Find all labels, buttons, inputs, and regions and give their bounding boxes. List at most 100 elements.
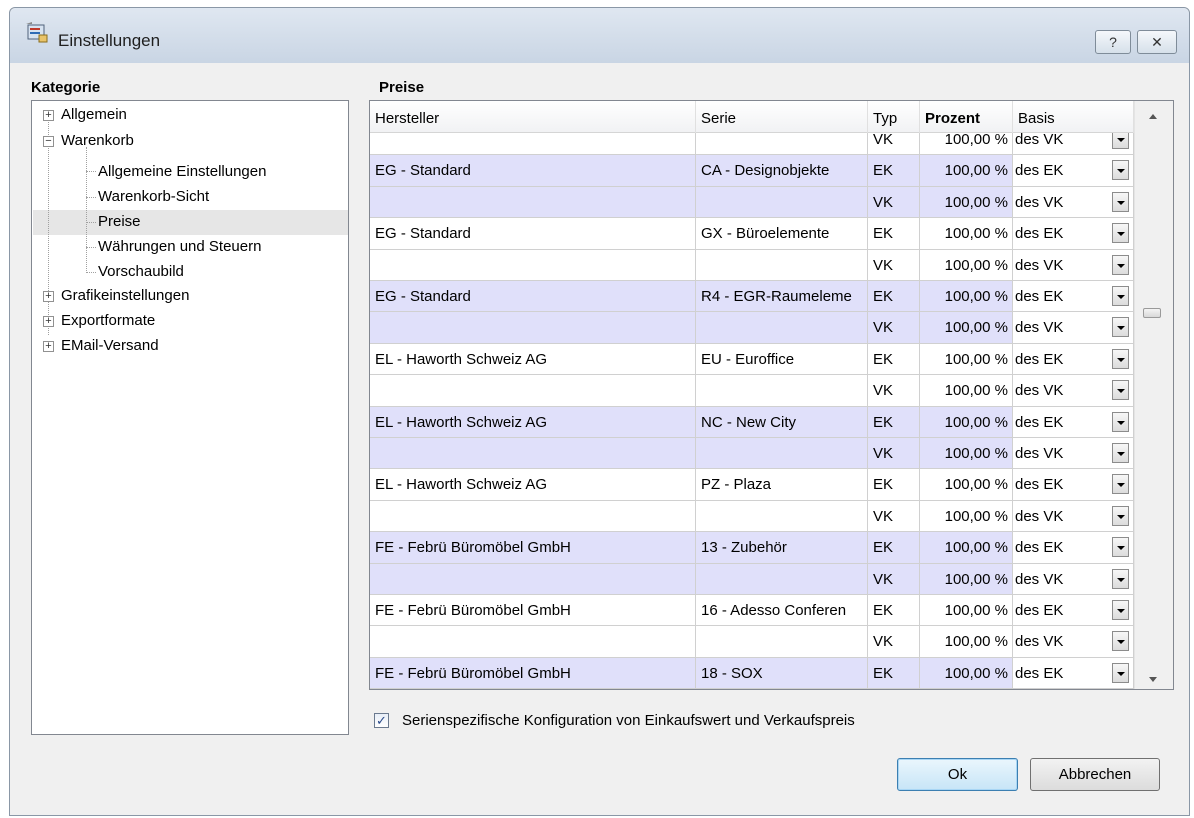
cell-serie[interactable]: NC - New City bbox=[696, 406, 868, 437]
cell-hersteller[interactable]: FE - Febrü Büromöbel GmbH bbox=[370, 657, 696, 689]
cell-basis-select[interactable]: des VK bbox=[1013, 249, 1134, 280]
expand-icon[interactable]: + bbox=[43, 291, 54, 302]
cell-basis-select[interactable]: des EK bbox=[1013, 281, 1134, 312]
dropdown-arrow-icon[interactable] bbox=[1112, 191, 1129, 212]
ok-button[interactable]: Ok bbox=[897, 758, 1018, 791]
cell-prozent[interactable]: 100,00 % bbox=[920, 186, 1013, 218]
dropdown-arrow-icon[interactable] bbox=[1112, 254, 1129, 275]
cell-typ[interactable]: VK bbox=[868, 312, 920, 343]
cell-basis-select[interactable]: des VK bbox=[1013, 312, 1134, 343]
scroll-down-icon[interactable] bbox=[1149, 677, 1157, 682]
cell-prozent[interactable]: 100,00 % bbox=[920, 281, 1013, 312]
cell-typ[interactable]: EK bbox=[868, 532, 920, 563]
tree-item-warenkorb-sicht[interactable]: Warenkorb-Sicht bbox=[98, 184, 209, 210]
dropdown-arrow-icon[interactable] bbox=[1112, 380, 1129, 401]
tree-item-warenkorb[interactable]: Warenkorb bbox=[61, 128, 134, 154]
cell-hersteller[interactable]: EL - Haworth Schweiz AG bbox=[370, 469, 696, 500]
tree-item-allgemeine-einstellungen[interactable]: Allgemeine Einstellungen bbox=[98, 159, 266, 185]
cell-prozent[interactable]: 100,00 % bbox=[920, 500, 1013, 532]
column-header-typ[interactable]: Typ bbox=[868, 101, 920, 133]
cell-hersteller[interactable] bbox=[370, 133, 696, 155]
cell-serie[interactable]: CA - Designobjekte bbox=[696, 155, 868, 186]
tree-item-exportformate[interactable]: Exportformate bbox=[61, 308, 155, 334]
cell-serie[interactable]: 16 - Adesso Conferen bbox=[696, 595, 868, 626]
cell-prozent[interactable]: 100,00 % bbox=[920, 469, 1013, 500]
expand-icon[interactable]: + bbox=[43, 341, 54, 352]
cell-hersteller[interactable] bbox=[370, 563, 696, 594]
cell-basis-select[interactable]: des EK bbox=[1013, 406, 1134, 437]
dropdown-arrow-icon[interactable] bbox=[1112, 317, 1129, 338]
cell-serie[interactable]: PZ - Plaza bbox=[696, 469, 868, 500]
cell-hersteller[interactable] bbox=[370, 438, 696, 469]
cell-hersteller[interactable] bbox=[370, 500, 696, 532]
cell-serie[interactable]: EU - Euroffice bbox=[696, 343, 868, 375]
dropdown-arrow-icon[interactable] bbox=[1112, 505, 1129, 526]
cell-basis-select[interactable]: des EK bbox=[1013, 595, 1134, 626]
table-row[interactable]: VK 100,00 % des VK bbox=[370, 249, 1134, 281]
cell-serie[interactable] bbox=[696, 500, 868, 532]
cell-typ[interactable]: EK bbox=[868, 657, 920, 689]
cell-basis-select[interactable]: des EK bbox=[1013, 218, 1134, 249]
cell-serie[interactable] bbox=[696, 375, 868, 406]
table-row[interactable]: VK 100,00 % des VK bbox=[370, 133, 1134, 156]
cell-serie[interactable] bbox=[696, 563, 868, 594]
cell-hersteller[interactable]: EL - Haworth Schweiz AG bbox=[370, 406, 696, 437]
dropdown-arrow-icon[interactable] bbox=[1112, 631, 1129, 652]
cell-basis-select[interactable]: des VK bbox=[1013, 375, 1134, 406]
table-row[interactable]: VK 100,00 % des VK bbox=[370, 186, 1134, 219]
cell-typ[interactable]: EK bbox=[868, 281, 920, 312]
collapse-icon[interactable]: − bbox=[43, 136, 54, 147]
tree-item-grafikeinstellungen[interactable]: Grafikeinstellungen bbox=[61, 283, 189, 309]
tree-item-vorschaubild[interactable]: Vorschaubild bbox=[98, 259, 184, 285]
cell-basis-select[interactable]: des EK bbox=[1013, 469, 1134, 500]
cell-prozent[interactable]: 100,00 % bbox=[920, 133, 1013, 155]
cell-hersteller[interactable] bbox=[370, 312, 696, 343]
dropdown-arrow-icon[interactable] bbox=[1112, 411, 1129, 432]
cell-hersteller[interactable] bbox=[370, 375, 696, 406]
cell-serie[interactable]: R4 - EGR-Raumeleme bbox=[696, 281, 868, 312]
cell-serie[interactable] bbox=[696, 626, 868, 657]
category-tree[interactable]: + Allgemein − Warenkorb Allgemeine Einst… bbox=[31, 100, 349, 735]
table-row[interactable]: EL - Haworth Schweiz AG EU - Euroffice EK 1… bbox=[370, 343, 1134, 376]
cell-prozent[interactable]: 100,00 % bbox=[920, 375, 1013, 406]
column-header-serie[interactable]: Serie bbox=[696, 101, 868, 133]
table-row[interactable]: FE - Febrü Büromöbel GmbH 16 - Adesso Con… bbox=[370, 595, 1134, 627]
column-header-basis[interactable]: Basis bbox=[1013, 101, 1134, 133]
cell-typ[interactable]: VK bbox=[868, 186, 920, 218]
table-row[interactable]: VK 100,00 % des VK bbox=[370, 375, 1134, 407]
cell-typ[interactable]: EK bbox=[868, 406, 920, 437]
cell-typ[interactable]: VK bbox=[868, 563, 920, 594]
table-row[interactable]: EL - Haworth Schweiz AG NC - New City EK 10… bbox=[370, 406, 1134, 438]
vertical-scrollbar[interactable] bbox=[1134, 101, 1173, 689]
cell-prozent[interactable]: 100,00 % bbox=[920, 532, 1013, 563]
cell-basis-select[interactable]: des VK bbox=[1013, 626, 1134, 657]
help-button[interactable]: ? bbox=[1095, 30, 1131, 54]
expand-icon[interactable]: + bbox=[43, 316, 54, 327]
cell-hersteller[interactable] bbox=[370, 249, 696, 280]
cell-prozent[interactable]: 100,00 % bbox=[920, 406, 1013, 437]
cell-typ[interactable]: VK bbox=[868, 500, 920, 532]
cell-typ[interactable]: EK bbox=[868, 469, 920, 500]
cell-hersteller[interactable]: EG - Standard bbox=[370, 281, 696, 312]
cell-basis-select[interactable]: des VK bbox=[1013, 186, 1134, 218]
cell-hersteller[interactable]: FE - Febrü Büromöbel GmbH bbox=[370, 532, 696, 563]
cell-serie[interactable]: 13 - Zubehör bbox=[696, 532, 868, 563]
cell-hersteller[interactable]: EL - Haworth Schweiz AG bbox=[370, 343, 696, 375]
cell-prozent[interactable]: 100,00 % bbox=[920, 343, 1013, 375]
cell-typ[interactable]: EK bbox=[868, 595, 920, 626]
cell-serie[interactable] bbox=[696, 133, 868, 155]
dropdown-arrow-icon[interactable] bbox=[1112, 348, 1129, 369]
cell-prozent[interactable]: 100,00 % bbox=[920, 155, 1013, 186]
close-button[interactable]: ✕ bbox=[1137, 30, 1177, 54]
tree-item-allgemein[interactable]: Allgemein bbox=[61, 102, 127, 128]
dropdown-arrow-icon[interactable] bbox=[1112, 133, 1129, 149]
table-row[interactable]: EG - Standard CA - Designobjekte EK 100,00 … bbox=[370, 155, 1134, 187]
series-config-checkbox[interactable]: ✓ bbox=[374, 713, 389, 728]
cell-hersteller[interactable]: EG - Standard bbox=[370, 218, 696, 249]
table-row[interactable]: VK 100,00 % des VK bbox=[370, 500, 1134, 533]
cell-serie[interactable] bbox=[696, 438, 868, 469]
cell-typ[interactable]: VK bbox=[868, 133, 920, 155]
cell-prozent[interactable]: 100,00 % bbox=[920, 563, 1013, 594]
cell-prozent[interactable]: 100,00 % bbox=[920, 249, 1013, 280]
cell-serie[interactable] bbox=[696, 312, 868, 343]
